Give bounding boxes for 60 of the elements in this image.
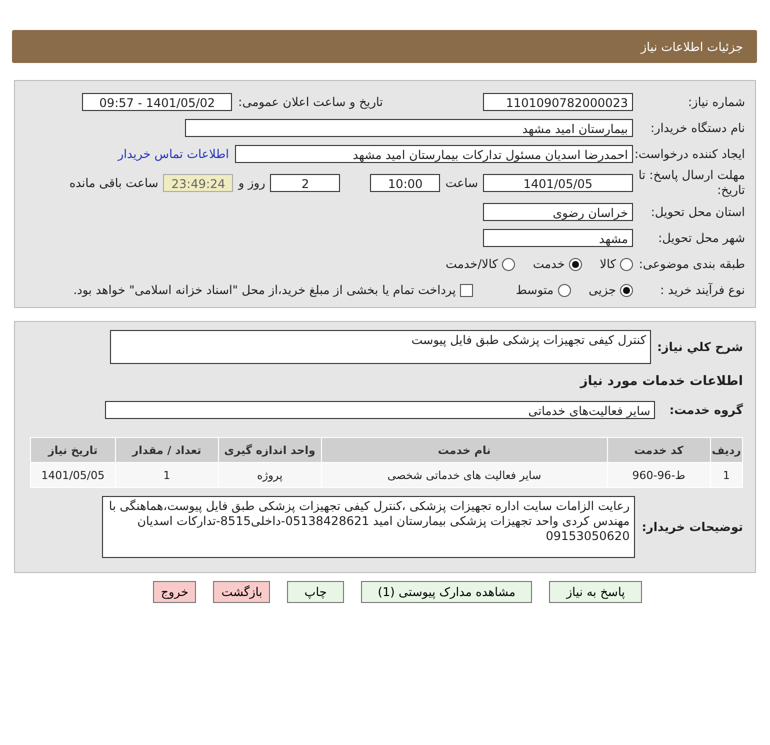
- action-button[interactable]: چاپ: [287, 581, 344, 603]
- column-header: تعداد / مقدار: [116, 438, 218, 462]
- days-field: 2: [270, 174, 340, 192]
- action-button[interactable]: پاسخ به نیاز: [549, 581, 642, 603]
- buyer-org-field: بیمارستان امید مشهد: [185, 119, 633, 137]
- field-label: نوع فرآیند خرید :: [659, 282, 746, 298]
- radio-button[interactable]: [502, 258, 515, 270]
- table-cell: ط-96-960: [608, 463, 710, 487]
- field-label: شماره نیاز:: [687, 94, 746, 110]
- field-label: ساعت: [444, 176, 479, 190]
- radio-button[interactable]: [558, 284, 571, 296]
- requester-field: احمدرضا اسدیان مسئول تدارکات بیمارستان امید مشهد: [235, 145, 633, 163]
- column-header: کد خدمت: [608, 438, 710, 462]
- field-label: گروه خدمت:: [669, 402, 744, 419]
- service-group-field: سایر فعالیت‌های خدماتی: [105, 401, 656, 419]
- table-cell: پروژه: [218, 463, 321, 487]
- field-label: طبقه بندی موضوعی:: [638, 256, 746, 272]
- field-label: شهر محل تحویل:: [657, 230, 746, 246]
- checkbox[interactable]: [460, 284, 473, 296]
- summary-field: کنترل کیفی تجهیزات پزشکی طبق فایل پیوست: [110, 330, 652, 364]
- section-heading: اطلاعات خدمات مورد نیاز: [578, 373, 744, 391]
- need-number-field: 1101090782000023: [483, 93, 633, 111]
- action-button[interactable]: بازگشت: [213, 581, 270, 603]
- radio-button[interactable]: [620, 284, 633, 296]
- table-cell: سایر فعالیت های خدماتی شخصی: [322, 463, 607, 487]
- action-button[interactable]: خروج: [152, 581, 196, 603]
- radio-option[interactable]: کالا/خدمت: [446, 257, 515, 271]
- page-title: جزئیات اطلاعات نیاز: [640, 40, 743, 54]
- radio-option[interactable]: متوسط: [516, 283, 571, 297]
- remaining-time-field: 23:49:24: [163, 174, 234, 192]
- table-cell: 1: [710, 463, 742, 487]
- radio-button[interactable]: [568, 258, 582, 270]
- radio-option[interactable]: جزیی: [588, 283, 633, 297]
- table-cell: 1401/05/05: [31, 463, 115, 487]
- field-label: ساعت باقی مانده: [68, 176, 160, 190]
- field-label: تاریخ و ساعت اعلان عمومی:: [237, 95, 383, 109]
- radio-option[interactable]: خدمت: [532, 257, 582, 271]
- field-label: ایجاد کننده درخواست:: [633, 146, 746, 162]
- action-button[interactable]: مشاهده مدارک پیوستی (1): [360, 581, 532, 603]
- province-field: خراسان رضوی: [483, 203, 633, 221]
- table-cell: 1: [116, 463, 218, 487]
- column-header: واحد اندازه گیری: [218, 438, 321, 462]
- field-label: مهلت ارسال پاسخ: تا تاریخ:: [637, 168, 746, 198]
- city-field: مشهد: [483, 229, 633, 247]
- deadline-time-field: 10:00: [370, 174, 440, 192]
- radio-button[interactable]: [620, 258, 633, 270]
- column-header: نام خدمت: [322, 438, 607, 462]
- buyer-notes-field: رعایت الزامات سایت اداره تجهیزات پزشکی ،کنترل کیفی تجهیزات پزشکی طبق فایل پیوست،هماهنگی با مهندس کردی واحد تجهیزات پزشکی بیمارستان امید 05138428621-داخلی8515-تدارکات اسدیان 09153050620: [102, 496, 635, 558]
- field-label: توضیحات خریدار:: [642, 519, 744, 536]
- field-label: شرح کلي نياز:: [657, 339, 744, 356]
- checkbox-label: پرداخت تمام یا بخشی از مبلغ خرید،از محل "اسناد خزانه اسلامی" خواهد بود.: [73, 283, 456, 297]
- contact-info-link[interactable]: اطلاعات تماس خریدار: [118, 147, 229, 161]
- announce-date-field: 1401/05/02 - 09:57: [82, 93, 232, 111]
- radio-option[interactable]: کالا: [600, 257, 633, 271]
- column-header: تاریخ نیاز: [31, 438, 115, 462]
- field-label: نام دستگاه خریدار:: [650, 120, 746, 136]
- field-label: روز و: [236, 176, 266, 190]
- deadline-date-field: 1401/05/05: [483, 174, 633, 192]
- field-label: استان محل تحویل:: [650, 204, 746, 220]
- column-header: ردیف: [710, 438, 742, 462]
